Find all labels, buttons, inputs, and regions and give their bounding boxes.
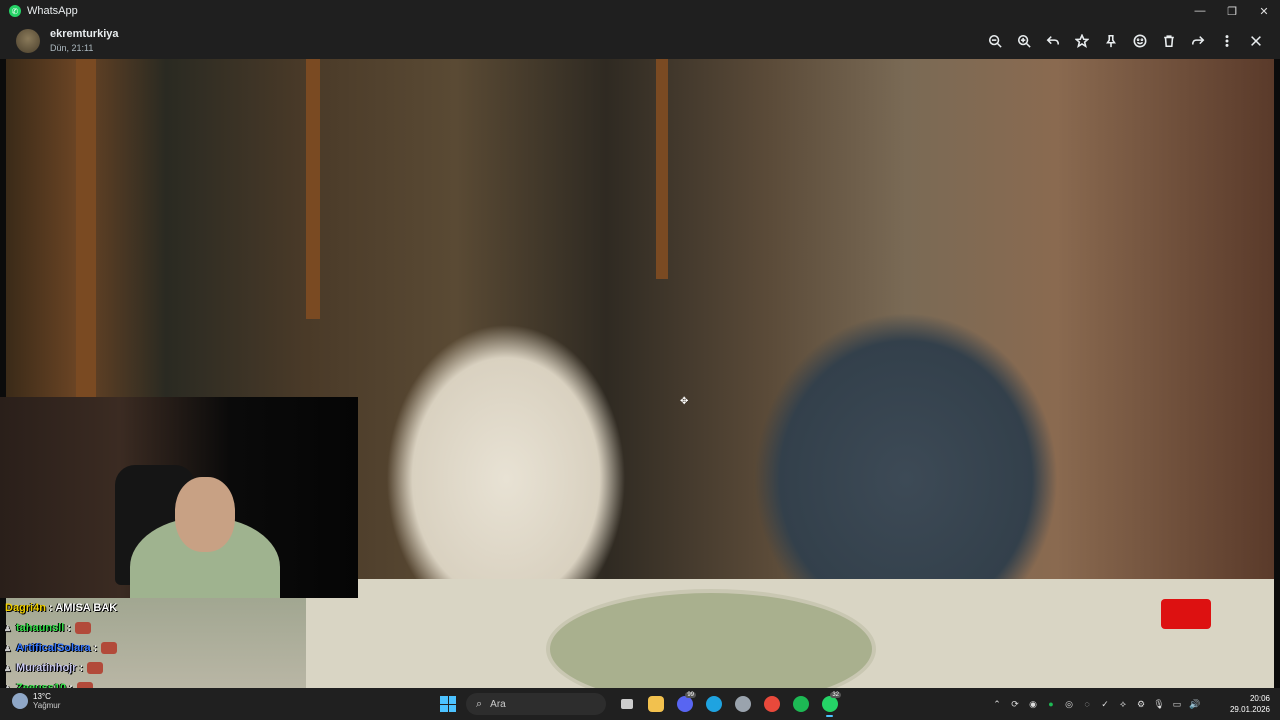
chat-text: :: [79, 662, 84, 674]
chat-badge-icon: ♟: [4, 643, 12, 653]
chat-username: tahaunsll: [16, 622, 65, 634]
contact-info: ekremturkiya Dün, 21:11: [50, 28, 119, 53]
file-explorer-icon[interactable]: [641, 690, 670, 718]
chat-message: ♟ Muratinhojr :: [0, 658, 360, 678]
tray-app-icon[interactable]: ⚙: [1132, 695, 1150, 713]
chat-message: ♟ ArtificalSolara :: [0, 638, 360, 658]
tray-app-icon[interactable]: ◌: [1078, 695, 1096, 713]
sync-icon[interactable]: ⟳: [1006, 695, 1024, 713]
chat-badge-icon: ♟: [4, 663, 12, 673]
tray-app-icon[interactable]: ⟡: [1114, 695, 1132, 713]
more-icon[interactable]: [1212, 27, 1241, 55]
discord-icon[interactable]: 99: [670, 690, 699, 718]
chat-message: Dagri4n: AMISA BAK: [0, 598, 360, 618]
zoom-out-icon[interactable]: [980, 27, 1009, 55]
search-icon: ⌕: [476, 697, 483, 710]
webcam-overlay: [0, 397, 358, 598]
taskbar-clock[interactable]: 20:06 29.01.2026: [1230, 693, 1270, 715]
message-timestamp: Dün, 21:11: [50, 43, 94, 53]
chat-text: : AMISA BAK: [48, 602, 118, 614]
windows-taskbar: 13°C Yağmur ⌕ Ara 99 32 ⌃ ⟳ ◉ ● ◎ ◌ ✓ ⟡ ⚙…: [0, 688, 1280, 720]
volume-icon[interactable]: 🔊: [1186, 695, 1204, 713]
task-view-button[interactable]: [612, 690, 641, 718]
chat-message: ♟ tahaunsll :: [0, 618, 360, 638]
search-placeholder: Ara: [490, 698, 506, 710]
window-titlebar: ✆ WhatsApp — ❐ ✕: [0, 0, 1280, 22]
tray-app-icon[interactable]: ◎: [1060, 695, 1078, 713]
weather-widget[interactable]: 13°C Yağmur: [12, 692, 60, 710]
chevron-up-icon[interactable]: ⌃: [988, 695, 1006, 713]
tray-app-icon[interactable]: ✓: [1096, 695, 1114, 713]
avatar[interactable]: [16, 28, 40, 53]
notification-count: 32: [830, 692, 841, 698]
pin-icon[interactable]: [1096, 27, 1125, 55]
start-button[interactable]: [436, 692, 460, 716]
chat-emote-icon: [87, 662, 104, 674]
whatsapp-icon[interactable]: 32: [815, 690, 844, 718]
chat-emote-icon: [101, 642, 118, 654]
maximize-button[interactable]: ❐: [1216, 0, 1248, 22]
photo-window-frame: [76, 59, 96, 399]
spotify-icon[interactable]: [786, 690, 815, 718]
clock-time: 20:06: [1249, 694, 1270, 703]
stream-chat-overlay: Dagri4n: AMISA BAK ♟ tahaunsll : ♟ Artifical…: [0, 598, 360, 694]
microphone-icon[interactable]: 🎙: [1150, 695, 1168, 713]
tray-green-icon[interactable]: ●: [1042, 695, 1060, 713]
system-tray: ⌃ ⟳ ◉ ● ◎ ◌ ✓ ⟡ ⚙ 🎙 ▭ 🔊: [988, 688, 1204, 720]
notification-count: 99: [685, 692, 696, 698]
close-window-button[interactable]: ✕: [1248, 0, 1280, 22]
cursor-icon: ✥: [680, 396, 689, 407]
weather-icon: [12, 693, 28, 709]
chrome-icon[interactable]: [757, 690, 786, 718]
chat-text: :: [67, 622, 71, 634]
window-title: WhatsApp: [27, 5, 78, 17]
chat-emote-icon: [74, 622, 91, 634]
emoji-icon[interactable]: [1125, 27, 1154, 55]
photo-window-frame: [306, 59, 320, 319]
tray-app-icon[interactable]: ◉: [1024, 695, 1042, 713]
chat-text: :: [93, 642, 98, 654]
whatsapp-logo-icon: ✆: [9, 5, 21, 17]
chat-username: ArtificalSolara: [16, 642, 91, 654]
photo-bottle-cap: [1161, 599, 1211, 629]
contact-name: ekremturkiya: [50, 28, 119, 40]
clock-date: 29.01.2026: [1229, 705, 1270, 714]
taskbar-center: ⌕ Ara 99 32: [436, 688, 844, 720]
minimize-button[interactable]: —: [1184, 0, 1216, 22]
delete-icon[interactable]: [1154, 27, 1183, 55]
zoom-in-icon[interactable]: [1009, 27, 1038, 55]
photo-window-frame: [656, 59, 668, 279]
star-icon[interactable]: [1067, 27, 1096, 55]
forward-icon[interactable]: [1183, 27, 1212, 55]
taskbar-search-input[interactable]: ⌕ Ara: [466, 693, 606, 715]
media-viewer-header: ekremturkiya Dün, 21:11: [0, 22, 1280, 59]
chat-badge-icon: ♟: [4, 623, 12, 633]
viewer-toolbar: [980, 22, 1270, 59]
close-icon[interactable]: [1241, 27, 1270, 55]
network-icon[interactable]: ▭: [1168, 695, 1186, 713]
weather-condition: Yağmur: [33, 701, 61, 710]
webcam-person-head: [175, 477, 235, 552]
steam-icon[interactable]: [728, 690, 757, 718]
chat-username: Dagri4n: [5, 602, 46, 614]
reply-icon[interactable]: [1038, 27, 1067, 55]
weather-temp: 13°C: [33, 692, 51, 701]
chat-username: Muratinhojr: [16, 662, 77, 674]
edge-icon[interactable]: [699, 690, 728, 718]
